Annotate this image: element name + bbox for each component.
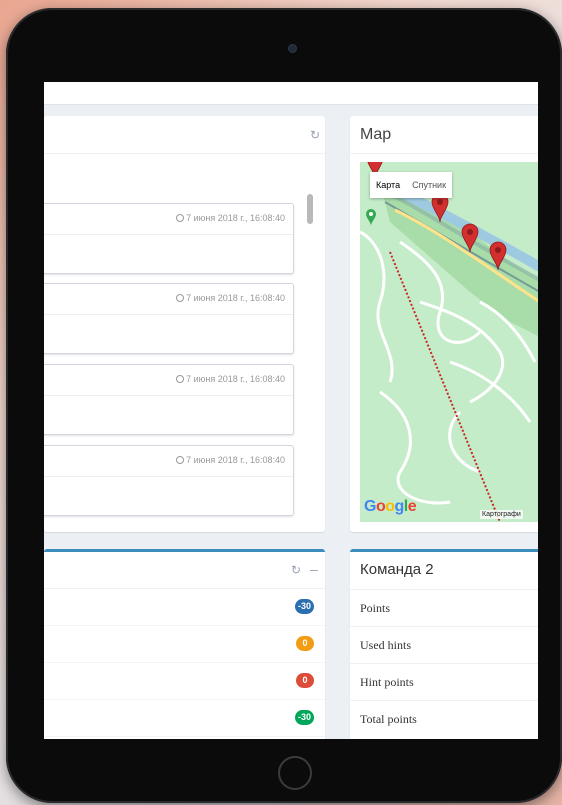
stat-row: -30 bbox=[44, 588, 325, 626]
refresh-icon[interactable]: ↻ bbox=[291, 563, 301, 577]
top-bar bbox=[44, 82, 538, 105]
row-label: Total points bbox=[360, 712, 417, 726]
map-title: Map bbox=[360, 126, 392, 143]
map-type-tabs: Карта Спутник bbox=[370, 172, 453, 198]
tab-satellite[interactable]: Спутник bbox=[406, 172, 452, 198]
feed-panel: ↻ 7 июня 2018 г., 16:08:40 7 июня 2018 г… bbox=[44, 116, 325, 532]
home-button[interactable] bbox=[278, 756, 312, 790]
entry-timestamp: 7 июня 2018 г., 16:08:40 bbox=[176, 455, 285, 465]
stat-row: 0 bbox=[44, 625, 325, 663]
stat-row: -30 bbox=[44, 699, 325, 737]
map-graphic bbox=[360, 162, 538, 522]
feed-entry: 7 июня 2018 г., 16:08:40 bbox=[44, 364, 294, 435]
stat-row: 0 bbox=[44, 662, 325, 700]
entry-timestamp: 7 июня 2018 г., 16:08:40 bbox=[176, 213, 285, 223]
clock-icon bbox=[176, 375, 185, 383]
row-label: Points bbox=[360, 601, 391, 615]
stats-panel: ↻ – -30 0 0 -30 bbox=[44, 549, 325, 739]
points-badge: -30 bbox=[294, 599, 314, 614]
clock-icon bbox=[176, 214, 185, 222]
used-hints-badge: 0 bbox=[296, 636, 314, 651]
entry-timestamp: 7 июня 2018 г., 16:08:40 bbox=[176, 293, 285, 303]
map-panel-header: Map bbox=[350, 116, 538, 154]
map-attribution[interactable]: Картографи bbox=[480, 510, 523, 519]
stats-panel-header: ↻ – bbox=[44, 552, 325, 589]
row-label: Hint points bbox=[360, 675, 414, 689]
tab-map[interactable]: Карта bbox=[370, 172, 406, 198]
team-title: Команда 2 bbox=[360, 561, 434, 578]
hint-points-badge: 0 bbox=[296, 673, 314, 688]
feed-entry: 7 июня 2018 г., 16:08:40 bbox=[44, 203, 294, 274]
row-label: Used hints bbox=[360, 638, 411, 652]
total-points-badge: -30 bbox=[294, 710, 314, 725]
camera-dot bbox=[289, 45, 296, 52]
map-panel: Map Карта Спутник Google Картографи bbox=[350, 116, 538, 532]
team-panel: Команда 2 Points Used hints Hint points … bbox=[350, 549, 538, 739]
team-row-points: Points bbox=[350, 589, 538, 627]
google-logo: Google bbox=[364, 498, 417, 515]
map-view[interactable]: Карта Спутник Google Картографи bbox=[360, 162, 538, 522]
feed-panel-header: ↻ bbox=[44, 116, 325, 154]
collapse-icon[interactable]: – bbox=[310, 561, 318, 577]
entry-timestamp: 7 июня 2018 г., 16:08:40 bbox=[176, 374, 285, 384]
refresh-icon[interactable]: ↻ bbox=[310, 128, 320, 142]
feed-scrollbar[interactable] bbox=[307, 194, 313, 224]
feed-entry: 7 июня 2018 г., 16:08:40 bbox=[44, 445, 294, 516]
team-row-used-hints: Used hints bbox=[350, 626, 538, 664]
team-panel-header: Команда 2 bbox=[350, 552, 538, 589]
clock-icon bbox=[176, 456, 185, 464]
team-row-total-points: Total points bbox=[350, 700, 538, 738]
app-screen: ↻ 7 июня 2018 г., 16:08:40 7 июня 2018 г… bbox=[44, 82, 538, 739]
clock-icon bbox=[176, 294, 185, 302]
team-row-hint-points: Hint points bbox=[350, 663, 538, 701]
feed-entry: 7 июня 2018 г., 16:08:40 bbox=[44, 283, 294, 354]
